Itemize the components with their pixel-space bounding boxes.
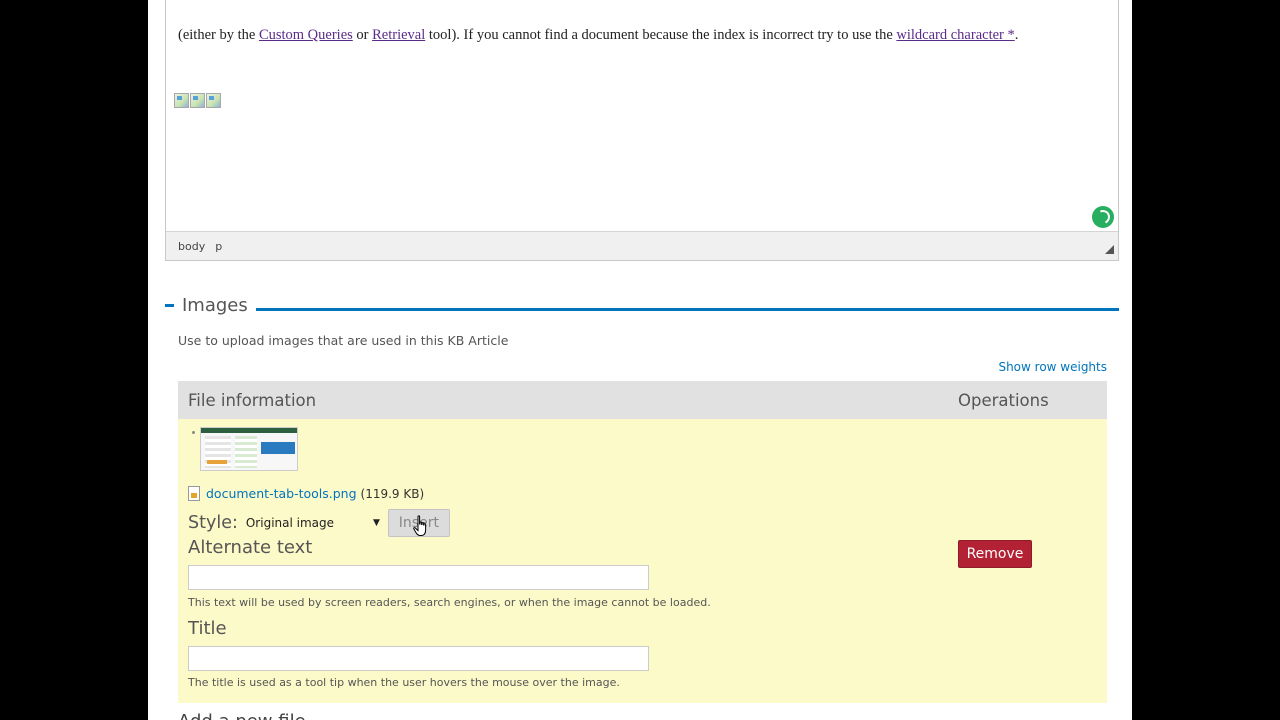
chevron-down-icon: ▼: [372, 518, 380, 528]
alternate-text-input[interactable]: [188, 565, 649, 590]
table-row: document-tab-tools.png (119.9 KB) Style:…: [178, 419, 1107, 703]
add-new-file-label: Add a new file: [178, 711, 306, 720]
image-thumbnail: [200, 427, 298, 471]
title-help: The title is used as a tool tip when the…: [188, 676, 620, 689]
rich-text-editor: (either by the Custom Queries or Retriev…: [165, 0, 1119, 261]
file-size: (119.9 KB): [360, 486, 425, 501]
column-header-operations: Operations: [958, 390, 1049, 410]
title-input[interactable]: [188, 646, 649, 671]
image-file-icon: [188, 486, 200, 501]
path-item-p[interactable]: p: [215, 240, 222, 253]
image-style-select[interactable]: Original image ▼: [244, 513, 384, 533]
column-header-file-information: File information: [188, 390, 317, 410]
page: (either by the Custom Queries or Retriev…: [148, 0, 1132, 720]
table-header: File information Operations: [178, 381, 1107, 419]
images-fieldset: Images Use to upload images that are use…: [165, 295, 1119, 720]
collapse-icon[interactable]: [165, 304, 174, 307]
editor-text-segment: tool). If you cannot find a document bec…: [425, 27, 897, 43]
editor-text-segment: .: [1014, 27, 1019, 43]
drag-handle-icon[interactable]: [192, 431, 195, 434]
remove-button[interactable]: Remove: [958, 540, 1032, 568]
resize-handle-icon[interactable]: [1105, 245, 1114, 254]
file-info: document-tab-tools.png (119.9 KB): [188, 486, 424, 501]
file-name-link[interactable]: document-tab-tools.png: [206, 486, 357, 501]
embedded-images: [174, 93, 221, 108]
editor-text-segment: (either by the: [178, 27, 259, 43]
retrieval-link[interactable]: Retrieval: [372, 27, 425, 43]
editor-text-segment: or: [352, 27, 373, 43]
images-description: Use to upload images that are used in th…: [178, 333, 509, 348]
style-row: Style: Original image ▼ Insert: [188, 509, 450, 537]
alternate-text-label: Alternate text: [188, 537, 313, 558]
grammar-check-icon[interactable]: [1092, 206, 1114, 228]
style-label: Style:: [188, 513, 238, 533]
broken-image-icon[interactable]: [174, 93, 189, 108]
title-label: Title: [188, 618, 227, 639]
image-style-value: Original image: [245, 516, 335, 530]
alternate-text-help: This text will be used by screen readers…: [188, 596, 711, 609]
editor-content-area[interactable]: (either by the Custom Queries or Retriev…: [166, 0, 1118, 231]
hand-cursor-icon: [413, 515, 427, 536]
wildcard-character-link[interactable]: wildcard character *: [896, 27, 1014, 43]
path-item-body[interactable]: body: [178, 240, 205, 253]
images-legend: Images: [165, 295, 256, 316]
editor-element-path: body p: [166, 231, 1118, 260]
editor-paragraph: (either by the Custom Queries or Retriev…: [178, 27, 1018, 44]
show-row-weights-link[interactable]: Show row weights: [998, 360, 1107, 374]
custom-queries-link[interactable]: Custom Queries: [259, 27, 353, 43]
broken-image-icon[interactable]: [190, 93, 205, 108]
images-table: File information Operations document-tab…: [178, 381, 1107, 703]
images-legend-label: Images: [182, 295, 248, 316]
broken-image-icon[interactable]: [206, 93, 221, 108]
